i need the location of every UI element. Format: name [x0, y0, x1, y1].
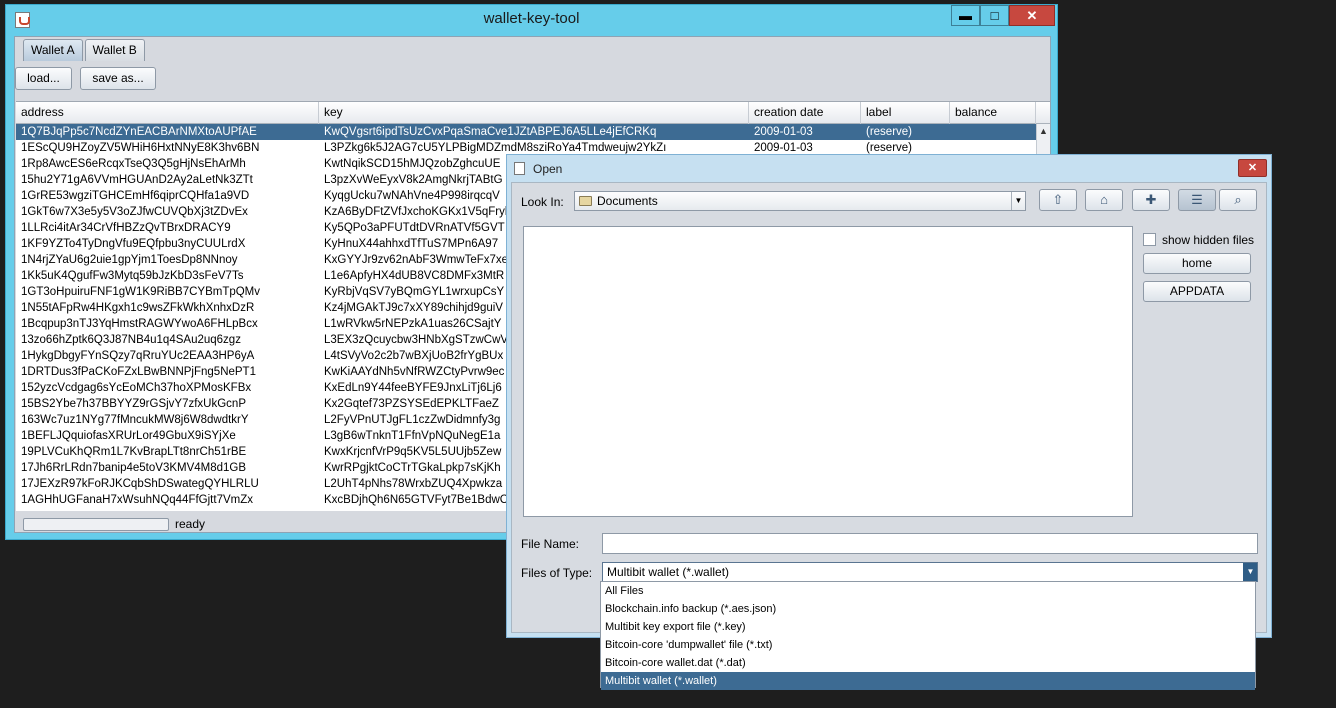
details-view-button[interactable]: ⌕	[1219, 189, 1257, 211]
cell-address: 1LLRci4itAr34CrVfHBZzQvTBrxDRACY9	[21, 222, 231, 234]
cell-address: 163Wc7uz1NYg77fMncukMW8j6W8dwdtkrY	[21, 414, 249, 426]
cell-address: 1GkT6w7X3e5y5V3oZJfwCUVQbXj3tZDvEx	[21, 206, 248, 218]
show-hidden-files-checkbox[interactable]	[1143, 233, 1156, 246]
dialog-title-bar[interactable]: Open ✕	[507, 155, 1271, 182]
cell-address: 15hu2Y71gA6VVmHGUAnD2Ay2aLetNk3ZTt	[21, 174, 253, 186]
load-button[interactable]: load...	[15, 67, 72, 90]
wallet-tabs: Wallet A Wallet B	[23, 39, 147, 61]
java-app-icon	[514, 162, 525, 175]
cell-address: 17JEXzR97kFoRJKCqbShDSwategQYHLRLU	[21, 478, 259, 490]
column-header-creation-date[interactable]: creation date	[749, 102, 861, 124]
list-view-button[interactable]: ☰	[1178, 189, 1216, 211]
files-of-type-combo[interactable]: Multibit wallet (*.wallet) ▼	[602, 562, 1258, 582]
dialog-close-button[interactable]: ✕	[1238, 159, 1267, 177]
close-button[interactable]: ✕	[1009, 5, 1055, 26]
show-hidden-files-label: show hidden files	[1162, 233, 1255, 247]
cell-balance	[955, 124, 1035, 140]
files-of-type-dropdown: All Files Blockchain.info backup (*.aes.…	[600, 581, 1256, 690]
cell-address: 1Rp8AwcES6eRcqxTseQ3Q5gHjNsEhArMh	[21, 158, 246, 170]
files-of-type-label: Files of Type:	[521, 566, 593, 580]
column-header-key[interactable]: key	[319, 102, 749, 124]
look-in-combo[interactable]: Documents ▼	[574, 191, 1026, 211]
file-list[interactable]	[523, 226, 1133, 517]
chevron-down-icon[interactable]: ▼	[1243, 563, 1257, 581]
cell-label: (reserve)	[866, 126, 913, 138]
maximize-button[interactable]: □	[980, 5, 1009, 26]
new-folder-button[interactable]: ✚	[1132, 189, 1170, 211]
scroll-up-icon[interactable]: ▲	[1039, 126, 1048, 136]
title-bar[interactable]: wallet-key-tool ▬ □ ✕	[6, 5, 1057, 36]
column-header-address[interactable]: address	[16, 102, 319, 124]
cell-date: 2009-01-03	[754, 126, 813, 138]
type-option[interactable]: Bitcoin-core 'dumpwallet' file (*.txt)	[601, 636, 1255, 654]
cell-key: KwQVgsrt6ipdTsUzCvxPqaSmaCve1JZtABPEJ6A5…	[324, 126, 657, 138]
table-row[interactable]: 1Q7BJqPp5c7NcdZYnEACBArNMXtoAUPfAE KwQVgs…	[16, 124, 1036, 140]
tab-wallet-b[interactable]: Wallet B	[84, 39, 145, 61]
chevron-down-icon[interactable]: ▼	[1011, 192, 1025, 210]
table-header: address key creation date label balance	[16, 102, 1050, 124]
column-header-balance[interactable]: balance	[950, 102, 1036, 124]
home-button[interactable]: home	[1143, 253, 1251, 274]
column-header-label[interactable]: label	[861, 102, 950, 124]
save-as-button[interactable]: save as...	[80, 67, 156, 90]
cell-address: 1GT3oHpuiruFNF1gW1K9RiBB7CYBmTpQMv	[21, 286, 261, 298]
cell-address: 13zo66hZptk6Q3J87NB4u1q4SAu2uq6zgz	[21, 334, 241, 346]
file-name-label: File Name:	[521, 537, 580, 551]
cell-address: 1AGHhUGFanaH7xWsuhNQq44FfGjtt7VmZx	[21, 494, 253, 506]
cell-address: 1Q7BJqPp5c7NcdZYnEACBArNMXtoAUPfAE	[21, 126, 257, 138]
status-text: ready	[175, 517, 206, 531]
cell-address: 19PLVCuKhQRm1L7KvBrapLTt8nrCh51rBE	[21, 446, 247, 458]
type-option[interactable]: Bitcoin-core wallet.dat (*.dat)	[601, 654, 1255, 672]
cell-address: 1Bcqpup3nTJ3YqHmstRAGWYwoA6FHLpBcx	[21, 318, 258, 330]
cell-address: 15BS2Ybe7h37BBYYZ9rGSjvY7zfxUkGcnP	[21, 398, 247, 410]
cell-address: 1EScQU9HZoyZV5WHiH6HxtNNyE8K3hv6BN	[21, 142, 260, 154]
dialog-title: Open	[533, 162, 563, 176]
file-name-input[interactable]	[602, 533, 1258, 554]
type-option[interactable]: Blockchain.info backup (*.aes.json)	[601, 600, 1255, 618]
type-option[interactable]: Multibit key export file (*.key)	[601, 618, 1255, 636]
files-of-type-value: Multibit wallet (*.wallet)	[607, 565, 730, 579]
cell-address: 17Jh6RrLRdn7banip4e5toV3KMV4M8d1GB	[21, 462, 247, 474]
open-dialog: Open ✕ Look In: Documents ▼ ⇧ ⌂ ✚ ☰ ⌕ sh…	[506, 154, 1272, 638]
appdata-button[interactable]: APPDATA	[1143, 281, 1251, 302]
cell-address: 1DRTDus3fPaCKoFZxLBwBNNPjFng5NePT1	[21, 366, 256, 378]
look-in-value: Documents	[597, 194, 658, 208]
cell-address: 1N4rjZYaU6g2uie1gpYjm1ToesDp8NNnoy	[21, 254, 238, 266]
cell-address: 1Kk5uK4QgufFw3Mytq59bJzKbD3sFeV7Ts	[21, 270, 244, 282]
cell-address: 1KF9YZTo4TyDngVfu9EQfpbu3nyCUULrdX	[21, 238, 246, 250]
cell-address: 1N55tAFpRw4HKgxh1c9wsZFkWkhXnhxDzR	[21, 302, 255, 314]
type-option-selected[interactable]: Multibit wallet (*.wallet)	[601, 672, 1255, 690]
tab-wallet-a[interactable]: Wallet A	[23, 39, 83, 61]
type-option[interactable]: All Files	[601, 582, 1255, 600]
dialog-body: Look In: Documents ▼ ⇧ ⌂ ✚ ☰ ⌕ show hidd…	[511, 182, 1267, 633]
folder-icon	[579, 196, 592, 206]
progress-bar	[23, 518, 169, 531]
cell-address: 1HykgDbgyFYnSQzy7qRruYUc2EAA3HP6yA	[21, 350, 255, 362]
up-one-level-button[interactable]: ⇧	[1039, 189, 1077, 211]
window-title: wallet-key-tool	[483, 10, 580, 27]
minimize-button[interactable]: ▬	[951, 5, 980, 26]
cell-address: 1GrRE53wgziTGHCEmHf6qiprCQHfa1a9VD	[21, 190, 250, 202]
look-in-label: Look In:	[521, 195, 564, 209]
cell-address: 152yzcVcdgag6sYcEoMCh37hoXPMosKFBx	[21, 382, 252, 394]
home-icon[interactable]: ⌂	[1085, 189, 1123, 211]
cell-address: 1BEFLJQquiofasXRUrLor49GbuX9iSYjXe	[21, 430, 236, 442]
